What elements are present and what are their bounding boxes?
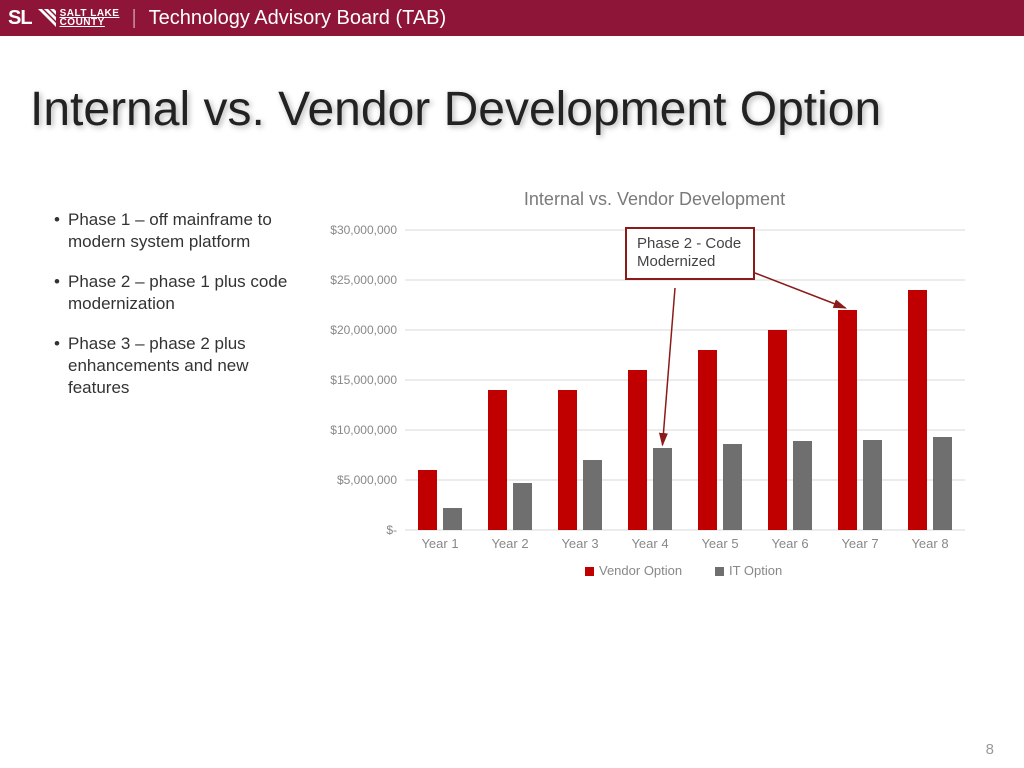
- page-number: 8: [986, 741, 994, 758]
- svg-text:Year 5: Year 5: [701, 536, 738, 551]
- svg-text:Year 3: Year 3: [561, 536, 598, 551]
- svg-text:Year 2: Year 2: [491, 536, 528, 551]
- chart-container: Internal vs. Vendor Development $- $5,000…: [315, 189, 994, 605]
- svg-text:$15,000,000: $15,000,000: [330, 373, 397, 387]
- chart-annotation: Phase 2 - Code Modernized: [625, 227, 755, 281]
- svg-text:Year 7: Year 7: [841, 536, 878, 551]
- bullet-list: Phase 1 – off mainframe to modern system…: [50, 189, 295, 605]
- svg-text:$10,000,000: $10,000,000: [330, 423, 397, 437]
- page-title: Internal vs. Vendor Development Option: [30, 81, 994, 139]
- chart-title: Internal vs. Vendor Development: [315, 189, 994, 210]
- annotation-text: Phase 2 - Code Modernized: [637, 235, 741, 271]
- header-bar: SL SALT LAKE COUNTY | Technology Advisor…: [0, 0, 1024, 36]
- logo-sl-text: SL: [8, 7, 32, 30]
- logo-line2: COUNTY: [60, 18, 120, 27]
- content-row: Phase 1 – off mainframe to modern system…: [0, 169, 1024, 605]
- svg-text:$-: $-: [386, 523, 397, 537]
- svg-text:Year 4: Year 4: [631, 536, 668, 551]
- svg-text:$5,000,000: $5,000,000: [337, 473, 397, 487]
- svg-text:$25,000,000: $25,000,000: [330, 273, 397, 287]
- svg-text:Vendor Option: Vendor Option: [599, 563, 682, 578]
- list-item: Phase 3 – phase 2 plus enhancements and …: [50, 333, 295, 399]
- list-item: Phase 1 – off mainframe to modern system…: [50, 209, 295, 253]
- header-title: Technology Advisory Board (TAB): [149, 7, 447, 30]
- svg-text:IT Option: IT Option: [729, 563, 782, 578]
- logo-stripes-icon: [38, 9, 56, 27]
- svg-text:$20,000,000: $20,000,000: [330, 323, 397, 337]
- svg-text:Year 6: Year 6: [771, 536, 808, 551]
- svg-text:Year 8: Year 8: [911, 536, 948, 551]
- svg-text:$30,000,000: $30,000,000: [330, 223, 397, 237]
- list-item: Phase 2 – phase 1 plus code modernizatio…: [50, 271, 295, 315]
- svg-text:Year 1: Year 1: [421, 536, 458, 551]
- header-divider: |: [131, 7, 136, 30]
- logo: SL SALT LAKE COUNTY: [8, 7, 119, 30]
